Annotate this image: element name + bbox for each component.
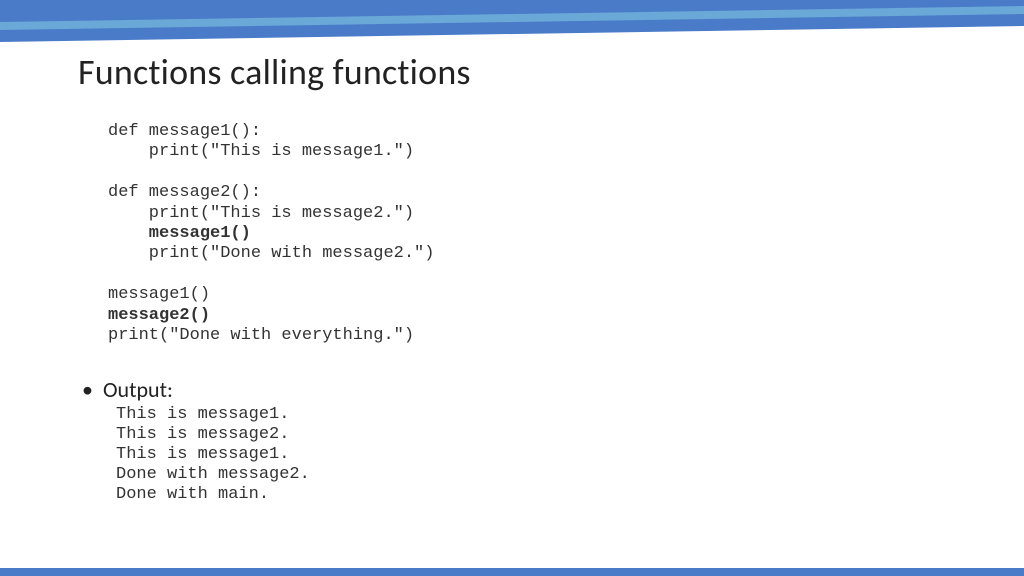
output-label-line: • Output: xyxy=(86,376,964,403)
code-line: print("This is message1.") xyxy=(108,142,964,162)
output-line: This is message2. xyxy=(116,425,964,445)
code-line: message1() xyxy=(108,224,964,244)
output-line: This is message1. xyxy=(116,445,964,465)
code-line: message1() xyxy=(108,285,964,305)
slide-top-decoration xyxy=(0,0,1024,42)
output-block: This is message1.This is message2.This i… xyxy=(116,405,964,505)
code-line: def message2(): xyxy=(108,183,964,203)
code-line: print("Done with message2.") xyxy=(108,244,964,264)
slide-bottom-decoration xyxy=(0,568,1024,576)
slide-title: Functions calling functions xyxy=(78,50,964,94)
code-block: def message1(): print("This is message1.… xyxy=(108,122,964,346)
code-line: print("Done with everything.") xyxy=(108,326,964,346)
code-line xyxy=(108,163,964,183)
output-label: Output: xyxy=(103,376,173,403)
code-line: print("This is message2.") xyxy=(108,204,964,224)
output-section: • Output: This is message1.This is messa… xyxy=(86,376,964,505)
output-line: Done with main. xyxy=(116,485,964,505)
slide-content: Functions calling functions def message1… xyxy=(78,50,964,556)
code-line: def message1(): xyxy=(108,122,964,142)
code-line xyxy=(108,265,964,285)
bullet-icon: • xyxy=(82,376,93,403)
output-line: Done with message2. xyxy=(116,465,964,485)
code-line: message2() xyxy=(108,306,964,326)
output-line: This is message1. xyxy=(116,405,964,425)
